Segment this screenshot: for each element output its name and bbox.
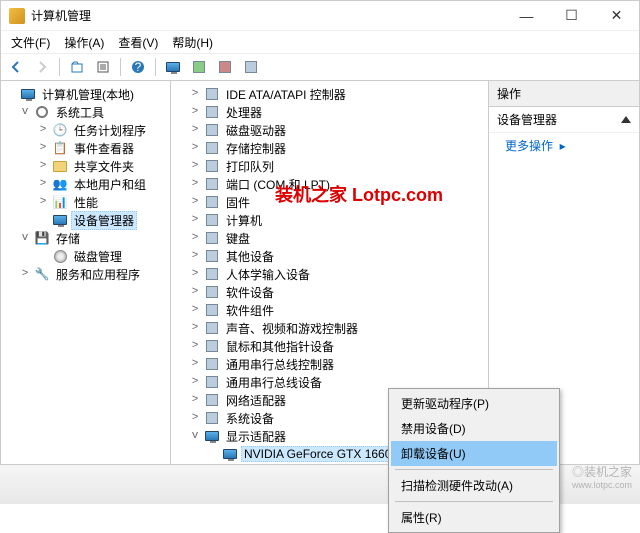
tool-button-3[interactable] — [240, 56, 262, 78]
device-category[interactable]: >其他设备 — [171, 247, 488, 265]
tree-storage[interactable]: v💾存储 — [1, 229, 170, 247]
forward-button[interactable] — [31, 56, 53, 78]
ctx-disable-device[interactable]: 禁用设备(D) — [391, 416, 557, 441]
collapse-icon — [621, 116, 631, 123]
more-actions[interactable]: 更多操作 ▸ — [489, 133, 639, 158]
menu-help[interactable]: 帮助(H) — [166, 32, 219, 53]
app-icon — [9, 8, 25, 24]
device-category[interactable]: >存储控制器 — [171, 139, 488, 157]
tree-device-manager[interactable]: 设备管理器 — [1, 211, 170, 229]
titlebar: 计算机管理 — ☐ ✕ — [1, 1, 639, 31]
action-section[interactable]: 设备管理器 — [489, 107, 639, 133]
ctx-separator — [395, 469, 553, 470]
device-category[interactable]: >磁盘驱动器 — [171, 121, 488, 139]
device-category[interactable]: >人体学输入设备 — [171, 265, 488, 283]
svg-text:?: ? — [135, 60, 142, 74]
tool-button-2[interactable] — [214, 56, 236, 78]
ctx-properties[interactable]: 属性(R) — [391, 505, 557, 530]
back-button[interactable] — [5, 56, 27, 78]
device-category[interactable]: >固件 — [171, 193, 488, 211]
properties-button[interactable] — [92, 56, 114, 78]
toolbar: ? — [1, 53, 639, 81]
tool-button-1[interactable] — [188, 56, 210, 78]
ctx-separator — [395, 501, 553, 502]
ctx-uninstall-device[interactable]: 卸载设备(U) — [391, 441, 557, 466]
device-category[interactable]: >鼠标和其他指针设备 — [171, 337, 488, 355]
action-pane-header: 操作 — [489, 81, 639, 107]
device-category[interactable]: >打印队列 — [171, 157, 488, 175]
device-category[interactable]: >计算机 — [171, 211, 488, 229]
tree-system-tools[interactable]: v系统工具 — [1, 103, 170, 121]
device-category[interactable]: >IDE ATA/ATAPI 控制器 — [171, 85, 488, 103]
device-category[interactable]: >声音、视频和游戏控制器 — [171, 319, 488, 337]
menu-action[interactable]: 操作(A) — [58, 32, 110, 53]
window-title: 计算机管理 — [31, 7, 504, 24]
tree-task-scheduler[interactable]: >🕒任务计划程序 — [1, 121, 170, 139]
device-category[interactable]: >处理器 — [171, 103, 488, 121]
device-category[interactable]: >软件设备 — [171, 283, 488, 301]
ctx-update-driver[interactable]: 更新驱动程序(P) — [391, 391, 557, 416]
tree-performance[interactable]: >📊性能 — [1, 193, 170, 211]
scan-button[interactable] — [162, 56, 184, 78]
tree-local-users[interactable]: >👥本地用户和组 — [1, 175, 170, 193]
context-menu: 更新驱动程序(P) 禁用设备(D) 卸载设备(U) 扫描检测硬件改动(A) 属性… — [388, 388, 560, 533]
left-tree[interactable]: 计算机管理(本地) v系统工具 >🕒任务计划程序 >📋事件查看器 >共享文件夹 … — [1, 81, 171, 481]
ctx-scan-hardware[interactable]: 扫描检测硬件改动(A) — [391, 473, 557, 498]
menu-file[interactable]: 文件(F) — [5, 32, 56, 53]
menu-view[interactable]: 查看(V) — [112, 32, 164, 53]
menubar: 文件(F) 操作(A) 查看(V) 帮助(H) — [1, 31, 639, 53]
device-category[interactable]: >通用串行总线控制器 — [171, 355, 488, 373]
device-category[interactable]: >键盘 — [171, 229, 488, 247]
tree-event-viewer[interactable]: >📋事件查看器 — [1, 139, 170, 157]
close-button[interactable]: ✕ — [594, 1, 639, 30]
up-button[interactable] — [66, 56, 88, 78]
tree-root[interactable]: 计算机管理(本地) — [1, 85, 170, 103]
maximize-button[interactable]: ☐ — [549, 1, 594, 30]
device-category[interactable]: >软件组件 — [171, 301, 488, 319]
help-button[interactable]: ? — [127, 56, 149, 78]
device-category[interactable]: >端口 (COM 和 LPT) — [171, 175, 488, 193]
minimize-button[interactable]: — — [504, 1, 549, 30]
tree-services[interactable]: >🔧服务和应用程序 — [1, 265, 170, 283]
tree-disk-mgmt[interactable]: 磁盘管理 — [1, 247, 170, 265]
tree-shared-folders[interactable]: >共享文件夹 — [1, 157, 170, 175]
